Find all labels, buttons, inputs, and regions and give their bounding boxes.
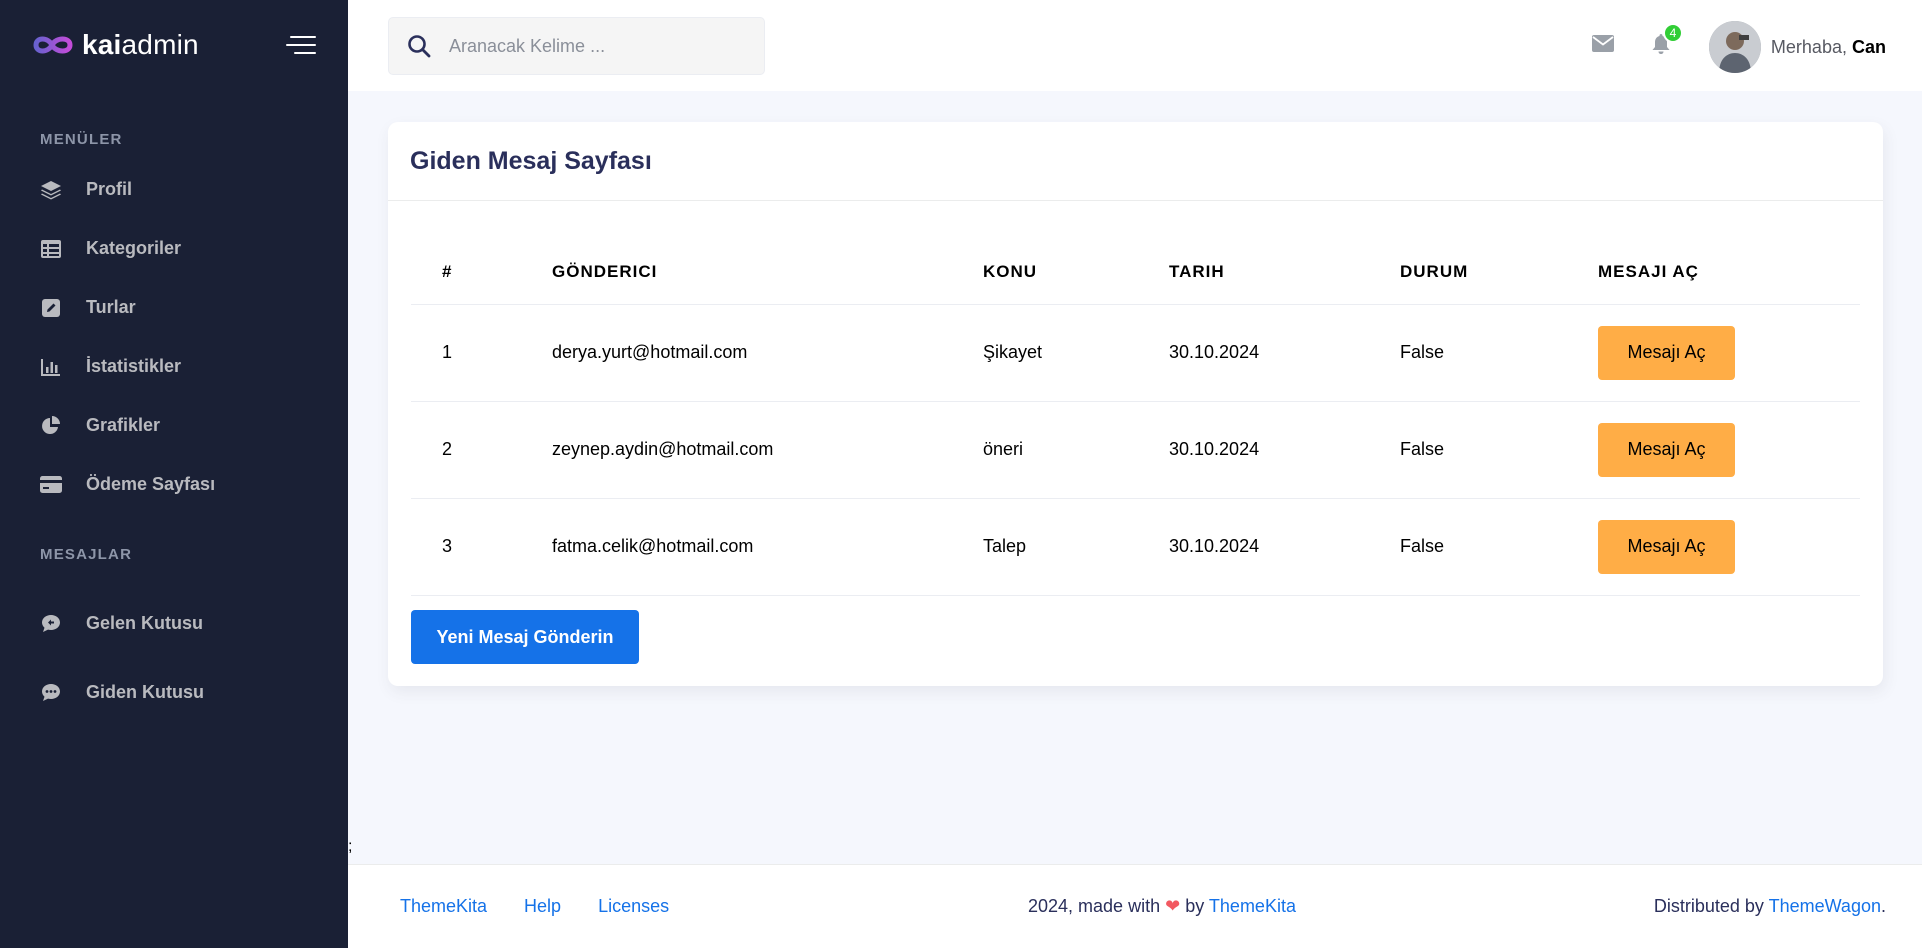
open-message-button[interactable]: Mesajı Aç (1598, 325, 1735, 380)
sidebar-item-label: Gelen Kutusu (86, 613, 204, 633)
cell-action: Mesajı Aç (1598, 304, 1860, 402)
column-header-subject: KONU (983, 240, 1169, 305)
messages-button[interactable] (1592, 35, 1614, 57)
notification-badge: 4 (1663, 23, 1683, 43)
section-title-menus: MENÜLER (40, 131, 123, 148)
bar-chart-icon (40, 356, 62, 378)
search-icon[interactable] (389, 34, 449, 58)
footer-distributed-link[interactable]: ThemeWagon (1769, 896, 1881, 916)
cell-status: False (1400, 304, 1598, 402)
table-header-row: # GÖNDERICI KONU TARIH DURUM MESAJI AÇ (411, 240, 1860, 305)
footer-link-help[interactable]: Help (524, 896, 561, 917)
cell-subject: Şikayet (983, 304, 1169, 402)
footer: ThemeKita Help Licenses 2024, made with … (348, 864, 1922, 948)
cell-sender: derya.yurt@hotmail.com (552, 304, 983, 402)
outbox-card: Giden Mesaj Sayfası # GÖNDERICI KONU TAR… (388, 122, 1883, 686)
cell-date: 30.10.2024 (1169, 498, 1400, 596)
sidebar: kaiadmin MENÜLER Profil Kategoriler Turl… (0, 0, 348, 948)
logo[interactable]: kaiadmin (32, 29, 199, 61)
cell-no: 3 (411, 498, 552, 596)
sidebar-item-gelen-kutusu[interactable]: Gelen Kutusu (0, 589, 348, 658)
search-input[interactable] (449, 35, 739, 57)
footer-credit-link[interactable]: ThemeKita (1209, 896, 1296, 916)
envelope-icon (1592, 35, 1614, 52)
cell-status: False (1400, 401, 1598, 499)
sidebar-toggle-button[interactable] (286, 36, 316, 54)
user-greeting: Merhaba, Can (1770, 36, 1886, 57)
table-row: 1 derya.yurt@hotmail.com Şikayet 30.10.2… (411, 304, 1860, 402)
table-row: 3 fatma.celik@hotmail.com Talep 30.10.20… (411, 498, 1860, 596)
logo-text: kaiadmin (82, 29, 199, 60)
cell-subject: öneri (983, 401, 1169, 499)
column-header-status: DURUM (1400, 240, 1598, 305)
pen-square-icon (40, 297, 62, 319)
cell-action: Mesajı Aç (1598, 401, 1860, 499)
cell-action: Mesajı Aç (1598, 498, 1860, 596)
section-title-messages: MESAJLAR (40, 546, 133, 563)
comment-dots-icon (40, 682, 62, 704)
footer-links: ThemeKita Help Licenses (400, 896, 669, 917)
sidebar-item-label: Giden Kutusu (86, 682, 204, 702)
pie-chart-icon (40, 415, 62, 437)
logo-icon (33, 36, 73, 54)
card-header: Giden Mesaj Sayfası (388, 122, 1883, 201)
footer-credit: 2024, made with ❤ by ThemeKita (1028, 896, 1296, 916)
cell-date: 30.10.2024 (1169, 401, 1400, 499)
sidebar-item-odeme-sayfasi[interactable]: Ödeme Sayfası (0, 455, 348, 514)
open-message-button[interactable]: Mesajı Aç (1598, 519, 1735, 574)
sidebar-item-profil[interactable]: Profil (0, 160, 348, 219)
cell-subject: Talep (983, 498, 1169, 596)
cell-date: 30.10.2024 (1169, 304, 1400, 402)
column-header-no: # (411, 240, 552, 305)
sidebar-item-label: Profil (86, 179, 133, 199)
sidebar-item-label: Grafikler (86, 415, 161, 435)
heart-icon: ❤ (1165, 896, 1181, 916)
sidebar-item-label: Ödeme Sayfası (86, 474, 216, 494)
table-row: 2 zeynep.aydin@hotmail.com öneri 30.10.2… (411, 401, 1860, 499)
sidebar-item-label: Kategoriler (86, 238, 182, 258)
sidebar-item-label: Turlar (86, 297, 136, 317)
stray-text: ; (348, 838, 353, 855)
column-header-date: TARIH (1169, 240, 1400, 305)
cell-sender: fatma.celik@hotmail.com (552, 498, 983, 596)
sidebar-item-label: İstatistikler (86, 356, 182, 376)
avatar (1708, 21, 1761, 73)
messages-table: # GÖNDERICI KONU TARIH DURUM MESAJI AÇ 1… (411, 240, 1860, 596)
footer-link-licenses[interactable]: Licenses (598, 896, 669, 917)
layers-icon (40, 179, 62, 201)
footer-distributed: Distributed by ThemeWagon. (1653, 896, 1886, 916)
cell-no: 2 (411, 401, 552, 499)
logo-bar: kaiadmin (0, 0, 348, 90)
notifications-button[interactable]: 4 (1651, 23, 1683, 60)
sidebar-item-istatistikler[interactable]: İstatistikler (0, 337, 348, 396)
table-icon (40, 238, 62, 260)
sidebar-item-kategoriler[interactable]: Kategoriler (0, 219, 348, 278)
new-message-button[interactable]: Yeni Mesaj Gönderin (411, 610, 639, 664)
sidebar-item-grafikler[interactable]: Grafikler (0, 396, 348, 455)
cell-sender: zeynep.aydin@hotmail.com (552, 401, 983, 499)
comment-icon (40, 613, 62, 635)
search-box (388, 17, 765, 75)
footer-link-themekita[interactable]: ThemeKita (400, 896, 487, 917)
open-message-button[interactable]: Mesajı Aç (1598, 422, 1735, 477)
column-header-sender: GÖNDERICI (552, 240, 983, 305)
page-title: Giden Mesaj Sayfası (410, 146, 652, 175)
sidebar-item-turlar[interactable]: Turlar (0, 278, 348, 337)
user-menu[interactable]: Merhaba, Can (1708, 21, 1886, 73)
user-name: Can (1851, 36, 1886, 57)
credit-card-icon (40, 474, 62, 496)
sidebar-item-giden-kutusu[interactable]: Giden Kutusu (0, 658, 348, 727)
cell-no: 1 (411, 304, 552, 402)
cell-status: False (1400, 498, 1598, 596)
top-header: 4 Merhaba, Can (348, 0, 1922, 91)
column-header-action: MESAJI AÇ (1598, 240, 1860, 305)
